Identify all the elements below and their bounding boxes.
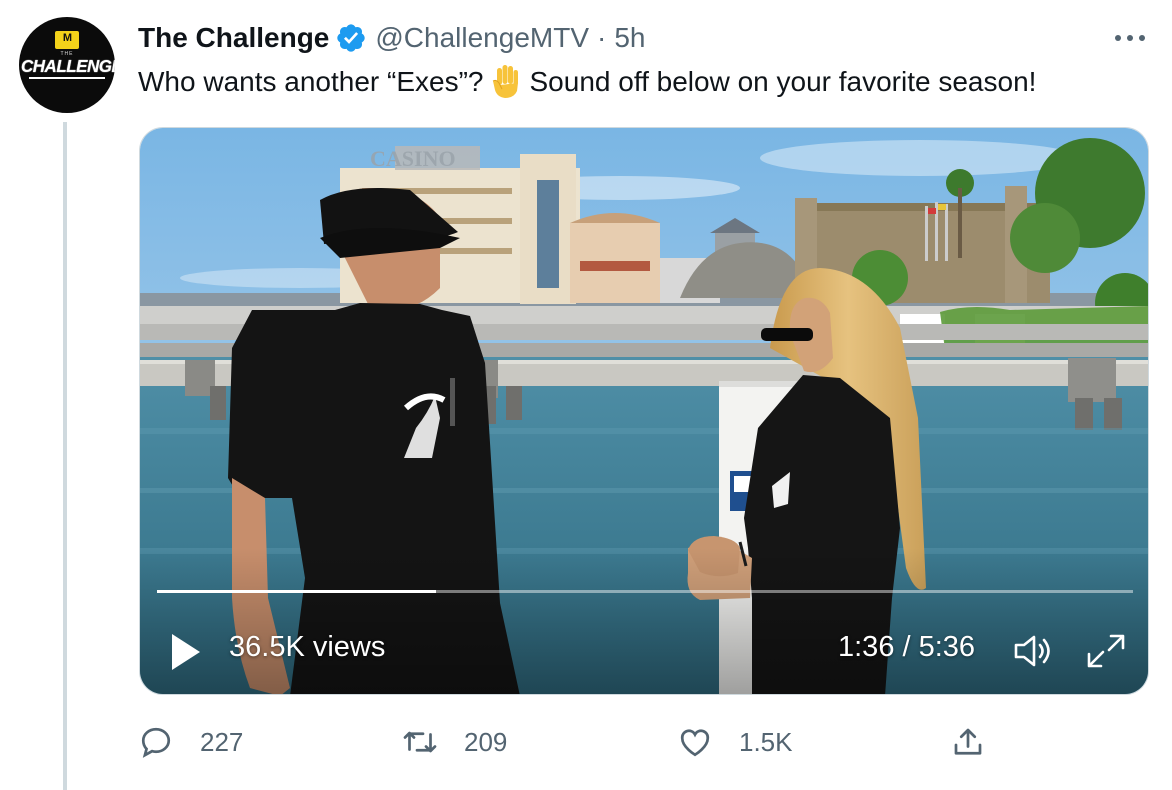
video-frame: CASINO xyxy=(140,128,1148,694)
more-icon[interactable] xyxy=(1110,22,1150,52)
progress-fill xyxy=(157,590,436,593)
casino-sign-text: CASINO xyxy=(370,146,456,171)
tweet-text-part-2: Sound off below on your favorite season! xyxy=(529,66,1037,97)
mtv-logo: M xyxy=(55,31,79,49)
avatar-rule xyxy=(29,77,105,79)
retweet-action[interactable]: 209 xyxy=(402,722,507,762)
reply-icon[interactable] xyxy=(138,724,174,760)
retweet-icon[interactable] xyxy=(402,724,438,760)
handle[interactable]: @ChallengeMTV xyxy=(375,22,589,54)
timestamp[interactable]: 5h xyxy=(614,22,645,54)
reply-action[interactable]: 227 xyxy=(138,722,243,762)
share-action[interactable] xyxy=(950,722,1012,762)
display-name[interactable]: The Challenge xyxy=(138,22,329,54)
thread-line xyxy=(63,122,67,790)
raised-hand-emoji xyxy=(492,65,518,98)
timecode: 1:36 / 5:36 xyxy=(838,631,976,663)
tweet-text: Who wants another “Exes”? Sound off belo… xyxy=(138,62,1036,102)
like-icon[interactable] xyxy=(677,724,713,760)
action-bar: 227 209 1.5K xyxy=(138,722,1148,762)
video-player[interactable]: CASINO 36.5K views 1:36 / 5:36 xyxy=(139,127,1149,695)
like-action[interactable]: 1.5K xyxy=(677,722,793,762)
retweet-count: 209 xyxy=(464,726,508,757)
share-icon[interactable] xyxy=(950,724,986,760)
volume-icon[interactable] xyxy=(1012,631,1056,671)
fullscreen-icon[interactable] xyxy=(1084,631,1128,671)
view-count: 36.5K views xyxy=(229,631,386,663)
tweet-header: The Challenge @ChallengeMTV · 5h xyxy=(138,20,645,56)
separator-dot: · xyxy=(597,22,607,53)
play-icon[interactable] xyxy=(168,630,204,674)
mtv-logo-text: M xyxy=(62,32,72,44)
verified-badge-icon xyxy=(337,24,366,52)
like-count: 1.5K xyxy=(739,726,793,757)
tweet-text-part-1: Who wants another “Exes”? xyxy=(138,66,484,97)
progress-bar[interactable] xyxy=(157,590,1133,593)
avatar-wordmark: CHALLENGE xyxy=(21,56,115,77)
reply-count: 227 xyxy=(200,726,244,757)
avatar[interactable]: M THE CHALLENGE xyxy=(19,17,115,113)
